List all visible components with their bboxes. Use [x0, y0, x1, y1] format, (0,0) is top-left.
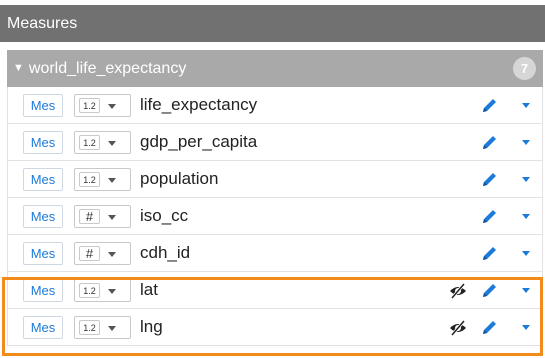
- field-row-iso-cc[interactable]: Mes # iso_cc: [7, 198, 543, 235]
- chevron-down-icon[interactable]: [522, 325, 530, 330]
- chevron-down-icon[interactable]: [108, 141, 116, 146]
- dataset-group-header[interactable]: ▼ world_life_expectancy 7: [7, 50, 543, 87]
- chevron-down-icon[interactable]: [522, 288, 530, 293]
- type-select[interactable]: #: [74, 205, 131, 228]
- pencil-icon[interactable]: [479, 207, 499, 227]
- field-name: lng: [140, 317, 163, 336]
- chevron-down-icon[interactable]: [108, 326, 116, 331]
- role-button[interactable]: Mes: [23, 205, 63, 228]
- role-button[interactable]: Mes: [23, 131, 63, 154]
- type-select[interactable]: 1.2: [74, 94, 131, 117]
- type-value: 1.2: [79, 320, 100, 335]
- panel-title: Measures: [7, 14, 78, 32]
- pencil-icon[interactable]: [479, 318, 499, 338]
- type-select[interactable]: 1.2: [74, 279, 131, 302]
- field-row-gdp-per-capita[interactable]: Mes 1.2 gdp_per_capita: [7, 124, 543, 161]
- eye-hidden-icon[interactable]: [448, 281, 468, 301]
- field-row-cdh-id[interactable]: Mes # cdh_id: [7, 235, 543, 272]
- chevron-down-icon[interactable]: [108, 289, 116, 294]
- chevron-down-icon[interactable]: [108, 178, 116, 183]
- caret-down-icon[interactable]: ▼: [13, 63, 24, 74]
- field-row-lng[interactable]: Mes 1.2 lng: [7, 309, 543, 346]
- chevron-down-icon[interactable]: [522, 251, 530, 256]
- role-button[interactable]: Mes: [23, 316, 63, 339]
- field-name: gdp_per_capita: [140, 132, 258, 151]
- pencil-icon[interactable]: [479, 281, 499, 301]
- field-name: population: [140, 169, 219, 188]
- chevron-down-icon[interactable]: [522, 177, 530, 182]
- role-button[interactable]: Mes: [23, 94, 63, 117]
- chevron-down-icon[interactable]: [522, 140, 530, 145]
- chevron-down-icon[interactable]: [522, 103, 530, 108]
- chevron-down-icon[interactable]: [522, 214, 530, 219]
- type-select[interactable]: #: [74, 242, 131, 265]
- measures-panel-header: Measures: [0, 5, 545, 42]
- type-value: 1.2: [79, 172, 100, 187]
- type-select[interactable]: 1.2: [74, 316, 131, 339]
- chevron-down-icon[interactable]: [108, 215, 116, 220]
- type-select[interactable]: 1.2: [74, 168, 131, 191]
- field-name: iso_cc: [140, 206, 189, 225]
- field-count-badge: 7: [513, 57, 536, 80]
- field-row-population[interactable]: Mes 1.2 population: [7, 161, 543, 198]
- pencil-icon[interactable]: [479, 96, 499, 116]
- role-button[interactable]: Mes: [23, 242, 63, 265]
- eye-hidden-icon[interactable]: [448, 318, 468, 338]
- chevron-down-icon[interactable]: [108, 252, 116, 257]
- pencil-icon[interactable]: [479, 244, 499, 264]
- field-name: life_expectancy: [140, 95, 258, 114]
- pencil-icon[interactable]: [479, 170, 499, 190]
- role-button[interactable]: Mes: [23, 168, 63, 191]
- role-button[interactable]: Mes: [23, 279, 63, 302]
- dataset-name: world_life_expectancy: [28, 59, 187, 77]
- field-name: lat: [140, 280, 158, 299]
- field-row-lat[interactable]: Mes 1.2 lat: [7, 272, 543, 309]
- type-value: 1.2: [79, 98, 100, 113]
- chevron-down-icon[interactable]: [108, 104, 116, 109]
- field-name: cdh_id: [140, 243, 191, 262]
- type-value: 1.2: [79, 135, 100, 150]
- type-value: #: [79, 246, 100, 261]
- pencil-icon[interactable]: [479, 133, 499, 153]
- type-select[interactable]: 1.2: [74, 131, 131, 154]
- field-row-life-expectancy[interactable]: Mes 1.2 life_expectancy: [7, 87, 543, 124]
- type-value: 1.2: [79, 283, 100, 298]
- measure-field-list: Mes 1.2 life_expectancy Mes 1.2 gdp_per_…: [0, 87, 545, 346]
- type-value: #: [79, 209, 100, 224]
